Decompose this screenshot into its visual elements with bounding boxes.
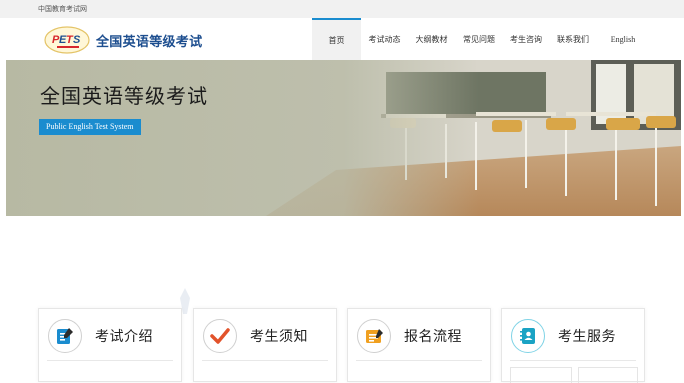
contact-book-icon xyxy=(511,319,545,353)
card-exam-intro[interactable]: 考试介绍 xyxy=(38,308,182,382)
pets-logo[interactable]: P E T S xyxy=(44,26,90,54)
nav-faq[interactable]: 常见问题 xyxy=(455,18,503,60)
hero-banner: 全国英语等级考试 Public English Test System xyxy=(6,60,681,216)
top-bar: 中国教育考试网 xyxy=(0,0,684,19)
document-icon xyxy=(48,319,82,353)
card-label: 考试介绍 xyxy=(95,328,153,344)
service-sub-box[interactable] xyxy=(578,367,638,383)
card-divider xyxy=(202,360,328,361)
nav-home[interactable]: 首页 xyxy=(312,18,361,60)
card-divider xyxy=(510,360,636,361)
nav-english[interactable]: English xyxy=(597,18,649,60)
service-sub-box[interactable] xyxy=(510,367,572,383)
feature-cards: 考试介绍 考生须知 报名流程 考生服务 xyxy=(38,308,648,383)
card-divider xyxy=(47,360,173,361)
logo-title[interactable]: 全国英语等级考试 xyxy=(96,31,202,50)
nav-contact[interactable]: 联系我们 xyxy=(549,18,597,60)
form-icon xyxy=(357,319,391,353)
checkmark-icon xyxy=(203,319,237,353)
header: P E T S 全国英语等级考试 首页 考试动态 大纲教材 常见问题 考生咨询 … xyxy=(0,18,684,60)
nav-exam-news[interactable]: 考试动态 xyxy=(361,18,408,60)
card-exam-notice[interactable]: 考生须知 xyxy=(193,308,337,382)
svg-text:S: S xyxy=(73,34,81,46)
nav-consult[interactable]: 考生咨询 xyxy=(503,18,549,60)
card-registration[interactable]: 报名流程 xyxy=(347,308,491,382)
hero-title: 全国英语等级考试 xyxy=(40,86,208,108)
main-nav: 首页 考试动态 大纲教材 常见问题 考生咨询 联系我们 English xyxy=(312,18,649,60)
nav-syllabus[interactable]: 大纲教材 xyxy=(408,18,455,60)
card-label: 报名流程 xyxy=(404,328,462,344)
card-label: 考生服务 xyxy=(558,328,616,344)
site-name[interactable]: 中国教育考试网 xyxy=(38,4,87,14)
card-label: 考生须知 xyxy=(250,328,308,344)
card-candidate-service[interactable]: 考生服务 xyxy=(501,308,645,383)
hero-badge: Public English Test System xyxy=(39,119,141,135)
card-divider xyxy=(356,360,482,361)
